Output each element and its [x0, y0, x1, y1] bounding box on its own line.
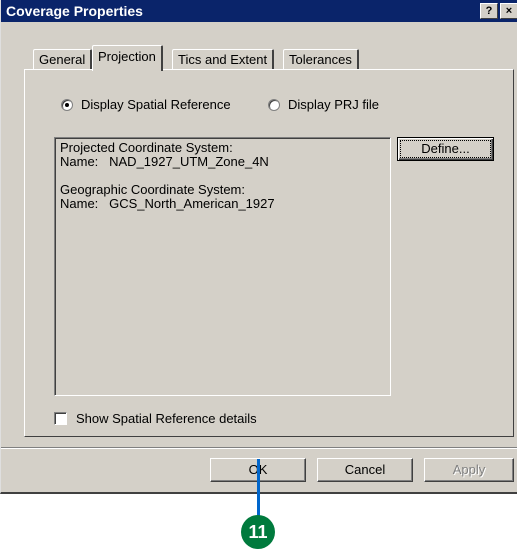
- cancel-button-label: Cancel: [344, 462, 386, 477]
- cancel-button[interactable]: Cancel: [317, 458, 413, 482]
- tab-tolerances-label: Tolerances: [289, 52, 352, 67]
- title-bar[interactable]: Coverage Properties ? ×: [1, 0, 517, 22]
- help-button[interactable]: ?: [480, 3, 498, 19]
- step-number: 11: [248, 522, 268, 542]
- define-button-label: Define...: [421, 141, 470, 156]
- display-prj-file-option[interactable]: Display PRJ file: [268, 97, 379, 112]
- step-callout-badge: 11: [241, 515, 275, 549]
- apply-button-label: Apply: [452, 462, 486, 477]
- tab-general[interactable]: General: [33, 49, 93, 69]
- tab-projection-label: Projection: [98, 49, 156, 64]
- text-line: Projected Coordinate System:: [60, 140, 233, 155]
- tab-projection[interactable]: Projection: [92, 45, 163, 71]
- text-line: Name: GCS_North_American_1927: [60, 196, 275, 211]
- display-prj-file-label: Display PRJ file: [288, 97, 380, 112]
- show-details-label: Show Spatial Reference details: [76, 411, 257, 426]
- display-spatial-reference-option[interactable]: Display Spatial Reference: [61, 97, 231, 112]
- show-details-checkbox[interactable]: [54, 412, 67, 425]
- display-prj-file-radio[interactable]: [268, 98, 280, 111]
- tab-tics-and-extent-label: Tics and Extent: [178, 52, 268, 67]
- coverage-properties-dialog: Coverage Properties ? × General Projecti…: [0, 0, 517, 494]
- close-button[interactable]: ×: [500, 3, 517, 19]
- tab-tics-and-extent[interactable]: Tics and Extent: [172, 49, 275, 69]
- tab-tolerances[interactable]: Tolerances: [283, 49, 359, 69]
- text-line: Name: NAD_1927_UTM_Zone_4N: [60, 154, 269, 169]
- show-details-option[interactable]: Show Spatial Reference details: [54, 411, 257, 426]
- spatial-reference-text[interactable]: Projected Coordinate System: Name: NAD_1…: [54, 137, 391, 396]
- tab-general-label: General: [39, 52, 86, 67]
- footer-divider: [1, 447, 517, 449]
- close-icon: ×: [505, 5, 513, 17]
- window-title: Coverage Properties: [6, 3, 143, 19]
- display-spatial-reference-label: Display Spatial Reference: [81, 97, 231, 112]
- help-icon: ?: [485, 5, 493, 17]
- apply-button: Apply: [424, 458, 514, 482]
- define-button[interactable]: Define...: [397, 137, 494, 161]
- text-line: Geographic Coordinate System:: [60, 182, 245, 197]
- text-line: [60, 169, 385, 183]
- projection-panel: Display Spatial Reference Display PRJ fi…: [24, 69, 514, 437]
- display-spatial-reference-radio[interactable]: [61, 98, 73, 111]
- callout-leader-line: [257, 459, 260, 517]
